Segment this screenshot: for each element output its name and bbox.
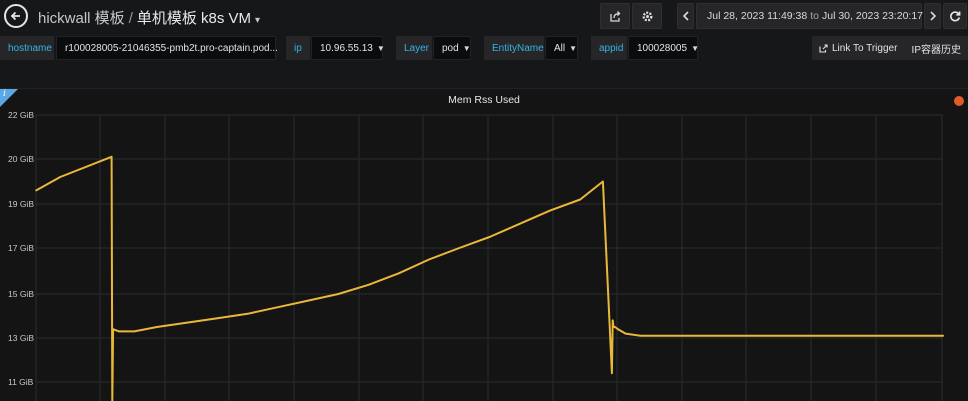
refresh-icon [950, 11, 961, 22]
share-icon [609, 10, 620, 22]
data-point [110, 156, 113, 158]
data-point [670, 335, 672, 337]
data-point [715, 335, 718, 337]
data-point [942, 335, 944, 337]
data-point [549, 209, 551, 212]
data-point [458, 247, 461, 249]
caret-down-icon: ▼ [376, 43, 385, 53]
variable-value-entityname: All [554, 42, 566, 54]
link-to-trigger-label: Link To Trigger [832, 42, 898, 54]
external-link-icon [819, 43, 828, 53]
dashboard-title[interactable]: 单机模板 k8s VM [137, 10, 251, 27]
share-button[interactable] [600, 3, 630, 29]
y-tick-label: 20 GiB [8, 154, 34, 164]
arrow-left-icon [10, 11, 20, 21]
data-point [624, 332, 627, 335]
data-point [367, 284, 370, 286]
folder-link[interactable]: hickwall 模板 [38, 10, 125, 27]
data-point [59, 176, 61, 178]
data-point [579, 198, 581, 201]
time-to: Jul 30, 2023 23:20:17 [822, 10, 924, 22]
variable-select-entityname[interactable]: All ▼ [545, 36, 578, 60]
variable-select-appid[interactable]: 100028005 ▼ [628, 36, 699, 60]
link-to-trigger-button[interactable]: Link To Trigger [812, 36, 905, 60]
data-point [216, 317, 219, 319]
data-point [428, 258, 430, 261]
data-point [612, 326, 615, 328]
y-tick-label: 19 GiB [8, 199, 34, 209]
variable-value-appid: 100028005 [637, 42, 688, 54]
data-point [866, 335, 869, 337]
caret-down-icon: ▼ [691, 43, 699, 53]
data-point [611, 319, 614, 322]
gear-icon [642, 11, 652, 21]
data-point [617, 328, 619, 330]
data-point [940, 335, 943, 337]
y-tick-label: 15 GiB [8, 289, 34, 299]
time-to-word: to [810, 10, 819, 22]
refresh-button[interactable] [943, 3, 967, 29]
data-point [614, 326, 616, 328]
data-point [133, 330, 136, 333]
panel-title[interactable]: Mem Rss Used [0, 94, 968, 106]
variable-select-ip[interactable]: 10.96.55.13 ▼ [311, 36, 385, 60]
data-point [518, 223, 521, 225]
y-tick-label: 11 GiB [8, 377, 34, 387]
variable-label-ip: ip [286, 36, 310, 60]
caret-down-icon: ▼ [569, 43, 578, 53]
data-point [611, 372, 613, 375]
breadcrumb: hickwall 模板 / 单机模板 k8s VM ▾ [38, 7, 260, 28]
variable-label-appid: appid [591, 36, 627, 60]
data-point [488, 236, 491, 238]
variable-label-layer: Layer [396, 36, 432, 60]
series-line-mem-rss [35, 155, 944, 401]
y-tick-label: 13 GiB [8, 333, 34, 343]
alert-heart-icon[interactable] [954, 96, 964, 106]
mem-rss-chart: 22 GiB 20 GiB 19 GiB 17 GiB 15 GiB 13 GiB 11 G… [8, 110, 944, 401]
variable-value-layer: pod [442, 42, 459, 54]
breadcrumb-separator: / [128, 10, 133, 27]
data-point [277, 306, 279, 308]
y-tick-label: 17 GiB [8, 243, 34, 253]
data-point [602, 180, 604, 183]
template-variables-bar: hostname r100028005-21046355-pmb2t.pro-c… [0, 36, 968, 60]
y-tick-label: 22 GiB [8, 110, 34, 120]
data-point [307, 299, 309, 302]
external-link-icon [907, 47, 908, 49]
data-point [112, 328, 114, 330]
data-point [639, 335, 642, 337]
chevron-down-icon[interactable]: ▾ [255, 15, 260, 26]
data-point [398, 272, 400, 275]
chevron-left-icon [682, 11, 689, 21]
settings-button[interactable] [632, 3, 662, 29]
variable-select-layer[interactable]: pod ▼ [433, 36, 471, 60]
top-navbar: hickwall 模板 / 单机模板 k8s VM ▾ Jul 28, 2023 11… [0, 0, 968, 32]
graph-panel: 22 GiB 20 GiB 19 GiB 17 GiB 15 GiB 13 GiB 11 G… [0, 88, 968, 401]
back-button[interactable] [4, 4, 28, 28]
data-point [186, 321, 188, 324]
data-point [156, 326, 158, 328]
variable-value-hostname: r100028005-21046355-pmb2t.pro-captain.po… [65, 42, 278, 54]
time-range-picker[interactable]: Jul 28, 2023 11:49:38 to Jul 30, 2023 23:2… [696, 3, 924, 29]
data-point [337, 293, 340, 295]
data-point [35, 189, 37, 192]
time-forward-button[interactable] [924, 3, 941, 29]
data-point [791, 335, 793, 337]
data-point [118, 330, 120, 333]
variable-label-hostname: hostname [0, 36, 54, 60]
caret-down-icon: ▼ [462, 43, 471, 53]
time-back-button[interactable] [677, 3, 694, 29]
ip-history-label: IP容器历史 [911, 44, 961, 56]
variable-label-entityname: EntityName [484, 36, 544, 60]
variable-value-ip: 10.96.55.13 [320, 42, 373, 54]
ip-history-button[interactable]: IP容器历史 [900, 36, 968, 60]
chevron-right-icon [929, 11, 936, 21]
data-point [246, 313, 249, 315]
variable-select-hostname[interactable]: r100028005-21046355-pmb2t.pro-captain.po… [56, 36, 278, 60]
time-from: Jul 28, 2023 11:49:38 [707, 10, 808, 22]
